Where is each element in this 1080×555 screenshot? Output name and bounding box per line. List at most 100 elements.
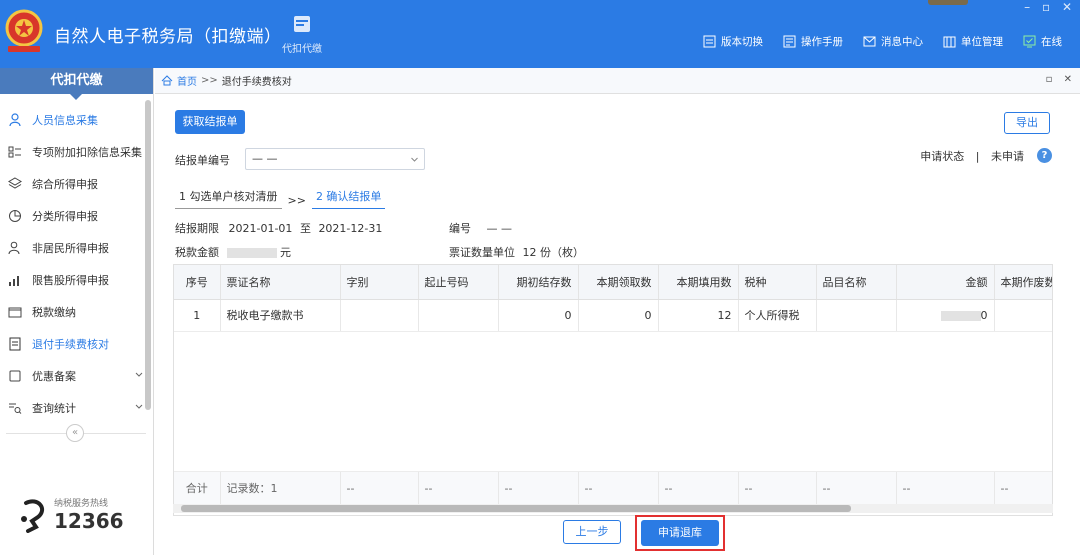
period-label: 结报期限 xyxy=(175,222,219,235)
sidebar-scrollbar[interactable] xyxy=(145,100,151,410)
header-indicator xyxy=(928,0,968,5)
cell-received: 0 xyxy=(578,299,659,332)
minimize-button[interactable]: – xyxy=(1024,0,1030,14)
manual-icon xyxy=(783,35,796,48)
apply-status-label: 申请状态 xyxy=(920,150,965,163)
table-horizontal-scrollbar[interactable] xyxy=(173,504,1053,513)
main-content: 首页 >> 退付手续费核对 ▫ ✕ 获取结报单 导出 结报单编号 — — 申请状… xyxy=(155,68,1080,555)
collapse-sidebar-button[interactable]: « xyxy=(66,424,84,442)
close-tab-button[interactable]: ✕ xyxy=(1064,74,1072,85)
maximize-tab-button[interactable]: ▫ xyxy=(1046,74,1053,85)
sidebar-item-label: 分类所得申报 xyxy=(32,210,98,223)
col-header: 起止号码 xyxy=(418,265,499,300)
menu-label: 操作手册 xyxy=(801,36,843,48)
online-label: 在线 xyxy=(1041,36,1062,48)
col-header: 品目名称 xyxy=(816,265,897,300)
sidebar-item-restricted-shares[interactable]: 限售股所得申报 xyxy=(0,264,153,296)
sidebar-item-label: 人员信息采集 xyxy=(32,114,98,127)
pie-icon xyxy=(9,210,21,222)
apply-refund-button[interactable]: 申请退库 xyxy=(641,520,719,546)
hotline: 纳税服务热线 12366 xyxy=(18,496,124,533)
sidebar-item-refund-fee-check[interactable]: 退付手续费核对 xyxy=(0,328,153,360)
sidebar-item-label: 优惠备案 xyxy=(32,370,76,383)
apply-status: 申请状态 | 未申请 xyxy=(920,148,1024,164)
code-value: — — xyxy=(486,222,513,235)
sidebar-item-label: 专项附加扣除信息采集 xyxy=(32,146,142,159)
table-summary-row: 合计 记录数：1 -- -- -- -- -- -- -- -- -- xyxy=(174,470,1052,506)
cell-ticket-name: 税收电子缴款书 xyxy=(220,299,341,332)
sum-cell: 记录数：1 xyxy=(220,470,341,506)
amount-suffix: 0 xyxy=(980,308,988,322)
table-header-row: 序号 票证名称 字别 起止号码 期初结存数 本期领取数 本期填用数 税种 品目名… xyxy=(174,265,1052,300)
period-start: 2021-01-01 xyxy=(228,222,293,235)
hotline-label: 纳税服务热线 xyxy=(54,499,109,509)
breadcrumb-current: 退付手续费核对 xyxy=(221,77,292,88)
sum-cell: -- xyxy=(578,470,659,506)
tax-amount-info: 税款金额 元 xyxy=(175,244,291,260)
menu-message-center[interactable]: 消息中心 xyxy=(863,34,923,49)
cell-used: 12 xyxy=(658,299,739,332)
doc-icon xyxy=(9,337,21,351)
sidebar-item-category-income[interactable]: 分类所得申报 xyxy=(0,200,153,232)
hotline-number: 12366 xyxy=(54,509,124,533)
col-header: 字别 xyxy=(340,265,419,300)
sidebar-item-nonresident-income[interactable]: 非居民所得申报 xyxy=(0,232,153,264)
sidebar-item-special-deduction[interactable]: 专项附加扣除信息采集 xyxy=(0,136,153,168)
breadcrumb: 首页 >> 退付手续费核对 ▫ ✕ xyxy=(155,68,1080,94)
wallet-card-icon xyxy=(294,16,310,32)
sidebar-item-query-stats[interactable]: 查询统计 xyxy=(0,392,153,424)
menu-unit-management[interactable]: 单位管理 xyxy=(943,34,1003,49)
menu-label: 消息中心 xyxy=(881,36,923,48)
sidebar-item-tax-payment[interactable]: 税款缴纳 xyxy=(0,296,153,328)
ticket-count-label: 票证数量单位 xyxy=(449,246,515,259)
fetch-report-button[interactable]: 获取结报单 xyxy=(175,110,245,134)
close-button[interactable]: ✕ xyxy=(1062,0,1072,14)
sidebar-item-personnel-info[interactable]: 人员信息采集 xyxy=(0,104,153,136)
menu-manual[interactable]: 操作手册 xyxy=(783,34,843,49)
sum-cell: -- xyxy=(896,470,995,506)
breadcrumb-separator: >> xyxy=(201,75,218,86)
unit-icon xyxy=(943,36,956,48)
sidebar-item-label: 税款缴纳 xyxy=(32,306,76,319)
menu-version-switch[interactable]: 版本切换 xyxy=(703,34,763,49)
version-switch-icon xyxy=(703,35,716,48)
period-end: 2021-12-31 xyxy=(318,222,383,235)
sidebar-item-preferential-filing[interactable]: 优惠备案 xyxy=(0,360,153,392)
scrollbar-thumb[interactable] xyxy=(181,505,851,512)
breadcrumb-home[interactable]: 首页 xyxy=(177,73,197,88)
code-label: 编号 xyxy=(449,222,471,235)
step-1[interactable]: 1 勾选单户核对清册 xyxy=(175,188,282,209)
apply-status-sep: | xyxy=(975,150,980,163)
col-header: 金额 xyxy=(896,265,995,300)
ticket-count-info: 票证数量单位 12 份（枚） xyxy=(449,244,584,260)
report-table-grid: 序号 票证名称 字别 起止号码 期初结存数 本期领取数 本期填用数 税种 品目名… xyxy=(174,265,1052,506)
cell-index: 1 xyxy=(174,299,221,332)
table-row[interactable]: 1 税收电子缴款书 0 0 12 个人所得税 0 xyxy=(174,299,1052,332)
nav-module-withholding[interactable]: 代扣代缴 xyxy=(276,14,328,55)
hotline-text: 纳税服务热线 12366 xyxy=(54,496,124,533)
report-no-select[interactable]: — — xyxy=(245,148,425,170)
cell-range xyxy=(418,299,499,332)
window-controls: – ▫ ✕ xyxy=(1016,0,1072,14)
step-2[interactable]: 2 确认结报单 xyxy=(311,188,386,209)
help-icon[interactable]: ? xyxy=(1037,148,1052,163)
bars-icon xyxy=(9,276,19,286)
apply-status-value: 未申请 xyxy=(991,150,1024,163)
export-button[interactable]: 导出 xyxy=(1004,112,1050,134)
step-arrow: >> xyxy=(287,194,306,207)
sidebar-item-label: 非居民所得申报 xyxy=(32,242,109,255)
sidebar-item-comprehensive-income[interactable]: 综合所得申报 xyxy=(0,168,153,200)
menu-label: 单位管理 xyxy=(961,36,1003,48)
home-icon xyxy=(161,75,173,86)
redacted-amount xyxy=(940,310,981,321)
sum-cell: -- xyxy=(658,470,739,506)
prev-step-button[interactable]: 上一步 xyxy=(563,520,621,544)
app-header: 自然人电子税务局（扣缴端） 代扣代缴 – ▫ ✕ 版本切换 操作手册 消息中心 … xyxy=(0,0,1080,68)
chevron-down-icon xyxy=(411,157,418,162)
sum-cell: -- xyxy=(994,470,1052,506)
sidebar-item-label: 综合所得申报 xyxy=(32,178,98,191)
message-icon xyxy=(863,36,876,47)
square-icon xyxy=(9,370,21,382)
restore-button[interactable]: ▫ xyxy=(1042,0,1050,14)
tax-emblem-icon xyxy=(5,9,43,52)
